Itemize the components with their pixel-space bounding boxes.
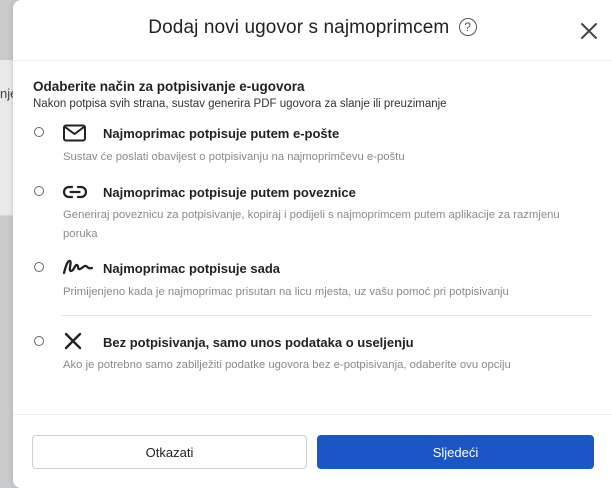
option-description: Ako je potrebno samo zabilježiti podatke… — [63, 359, 511, 371]
radio-link[interactable] — [34, 186, 44, 196]
radio-email[interactable] — [34, 127, 44, 137]
close-icon — [581, 23, 597, 39]
add-contract-dialog: Dodaj novi ugovor s najmoprimcem ? Odabe… — [13, 0, 612, 488]
option-description: Sustav će poslati obavijest o potpisivan… — [63, 151, 405, 163]
dialog-title: Dodaj novi ugovor s najmoprimcem — [148, 17, 450, 38]
options-divider — [61, 315, 592, 316]
help-icon[interactable]: ? — [458, 18, 477, 36]
section-subtitle: Nakon potpisa svih strana, sustav generi… — [33, 98, 447, 110]
option-description: Primijenjeno kada je najmoprimac prisuta… — [63, 286, 509, 298]
dialog-footer: Otkazati Sljedeći — [13, 414, 612, 488]
option-label: Bez potpisivanja, samo unos podataka o u… — [103, 335, 414, 350]
radio-no-signing[interactable] — [34, 336, 44, 346]
link-icon — [62, 182, 88, 202]
signature-icon — [62, 257, 94, 277]
dialog-header: Dodaj novi ugovor s najmoprimcem ? — [13, 0, 612, 61]
radio-sign-now[interactable] — [34, 262, 44, 272]
option-description: Generiraj poveznicu za potpisivanje, kop… — [63, 209, 560, 240]
envelope-icon — [62, 123, 88, 143]
cancel-button[interactable]: Otkazati — [32, 435, 307, 469]
next-button[interactable]: Sljedeći — [317, 435, 594, 469]
x-icon — [62, 331, 88, 351]
section-title: Odaberite način za potpisivanje e-ugovor… — [33, 79, 305, 94]
option-label: Najmoprimac potpisuje putem poveznice — [103, 185, 356, 200]
option-label: Najmoprimac potpisuje sada — [103, 261, 280, 276]
option-label: Najmoprimac potpisuje putem e-pošte — [103, 126, 340, 141]
close-button[interactable] — [578, 20, 600, 42]
